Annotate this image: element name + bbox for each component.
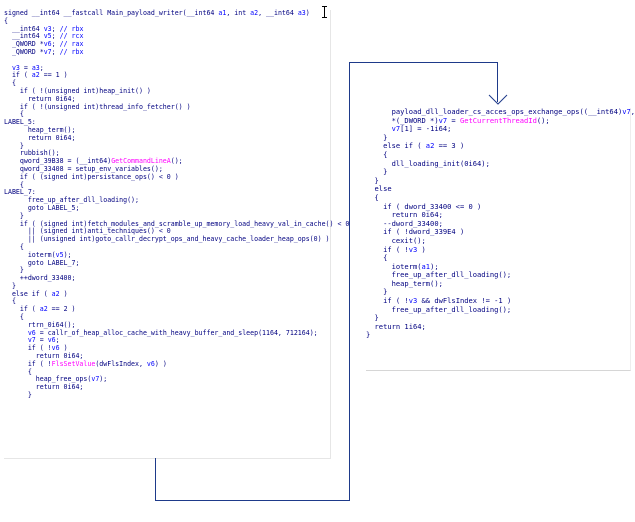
left-code-line[interactable]: _QWORD *v7; // rbx bbox=[4, 48, 349, 57]
edge-segment-bottom bbox=[155, 500, 350, 501]
edge-segment-top bbox=[349, 62, 497, 63]
right-code-line[interactable]: else if ( a2 == 3 ) bbox=[366, 142, 635, 151]
right-code-line[interactable]: dll_loading_init(0i64); bbox=[366, 159, 635, 169]
left-code-line[interactable]: if ( !(unsigned int)thread_info_fetcher(… bbox=[4, 103, 349, 112]
left-code-line[interactable]: } bbox=[4, 391, 349, 400]
left-code-line[interactable]: goto LABEL_7; bbox=[4, 259, 349, 268]
right-code-line[interactable]: if ( !v3 ) bbox=[366, 245, 635, 255]
right-code-line[interactable]: } bbox=[366, 331, 635, 340]
left-code-line[interactable]: || (unsigned int)goto_callr_decrypt_ops_… bbox=[4, 235, 349, 244]
left-code-line[interactable]: return 0i64; bbox=[4, 383, 349, 392]
graph-node-function-start[interactable]: signed __int64 __fastcall Main_payload_w… bbox=[4, 9, 349, 459]
left-code-line[interactable]: else if ( a2 ) bbox=[4, 290, 349, 299]
right-code-line[interactable]: } bbox=[366, 176, 635, 186]
left-code-line[interactable]: return 0i64; bbox=[4, 134, 349, 143]
left-code-line[interactable]: if ( a2 == 2 ) bbox=[4, 305, 349, 314]
left-code-line[interactable]: ​ bbox=[4, 57, 349, 65]
pseudocode-listing-left: signed __int64 __fastcall Main_payload_w… bbox=[4, 9, 349, 400]
right-code-line[interactable]: v7[1] = -1i64; bbox=[366, 124, 635, 134]
left-code-line[interactable]: if ( (signed int)persistance_ops() < 0 ) bbox=[4, 173, 349, 182]
left-code-line[interactable]: ++dword_33400; bbox=[4, 274, 349, 283]
text-cursor-icon bbox=[322, 6, 327, 18]
edge-segment-up bbox=[349, 62, 350, 501]
edge-arrowhead-icon bbox=[488, 94, 508, 105]
right-code-line[interactable]: } bbox=[366, 168, 635, 177]
graph-node-function-end[interactable]: payload_dll_loader_cs_acces_ops_exchange… bbox=[366, 107, 635, 371]
pseudocode-listing-right: payload_dll_loader_cs_acces_ops_exchange… bbox=[366, 107, 635, 340]
left-code-line[interactable]: signed __int64 __fastcall Main_payload_w… bbox=[4, 9, 349, 18]
right-code-line[interactable]: return 1i64; bbox=[366, 322, 635, 332]
right-code-line[interactable]: heap_term(); bbox=[366, 279, 635, 289]
left-code-line[interactable]: goto LABEL_5; bbox=[4, 204, 349, 213]
left-code-line[interactable]: { bbox=[4, 181, 349, 190]
left-code-line[interactable]: if ( !FlsSetValue(dwFlsIndex, v6) ) bbox=[4, 360, 349, 369]
left-code-line[interactable]: { bbox=[4, 111, 349, 119]
right-code-line[interactable]: else bbox=[366, 185, 635, 194]
left-code-line[interactable]: if ( a2 == 1 ) bbox=[4, 71, 349, 80]
right-code-line[interactable]: free_up_after_dll_loading(); bbox=[366, 305, 635, 315]
edge-segment-down bbox=[155, 458, 156, 500]
